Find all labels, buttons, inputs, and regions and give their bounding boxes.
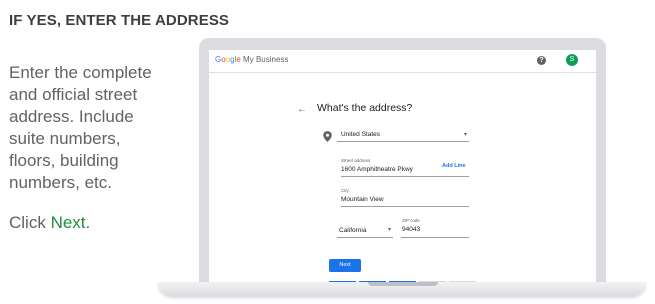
dropdown-caret-icon: ▾ <box>387 227 391 233</box>
next-emphasis: Next <box>50 213 86 232</box>
help-icon[interactable]: ? <box>537 56 546 65</box>
instruction-text: Enter the complete and official street a… <box>9 63 152 192</box>
laptop-screen: Google My Business ? S ← What's the addr… <box>199 38 606 284</box>
avatar[interactable]: S <box>566 54 578 66</box>
next-button[interactable]: Next <box>329 259 361 272</box>
dropdown-caret-icon: ▾ <box>463 132 467 138</box>
brand-suffix: My Business <box>240 55 289 64</box>
period: . <box>85 213 91 232</box>
zip-code-field[interactable]: ZIP code 94043 <box>401 218 469 238</box>
app-bar: Google My Business ? S <box>209 50 596 73</box>
back-arrow-icon[interactable]: ← <box>297 104 307 115</box>
state-select[interactable]: California ▾ <box>337 226 393 238</box>
zip-value: 94043 <box>402 226 421 233</box>
street-value: 1600 Amphitheatre Pkwy <box>341 166 413 173</box>
click-prefix: Click <box>9 213 51 232</box>
form-title: What's the address? <box>317 102 413 114</box>
google-my-business-logo[interactable]: Google My Business <box>215 55 288 64</box>
section-heading: IF YES, ENTER THE ADDRESS <box>9 12 230 29</box>
instructions: Enter the complete and official street a… <box>9 62 159 234</box>
city-label: City <box>341 188 349 193</box>
street-label: Street address <box>341 158 371 163</box>
click-next-text: Click Next. <box>9 212 159 234</box>
city-field[interactable]: City Mountain View <box>341 188 469 207</box>
zip-label: ZIP code <box>402 218 420 223</box>
pin-icon <box>323 131 332 142</box>
state-value: California <box>339 227 367 234</box>
laptop-notch <box>368 282 438 286</box>
city-value: Mountain View <box>341 196 384 203</box>
add-line-link[interactable]: Add Line <box>442 163 466 169</box>
browser-content: Google My Business ? S ← What's the addr… <box>209 50 596 284</box>
country-value: United States <box>341 131 381 138</box>
country-select[interactable]: United States ▾ <box>337 130 469 142</box>
